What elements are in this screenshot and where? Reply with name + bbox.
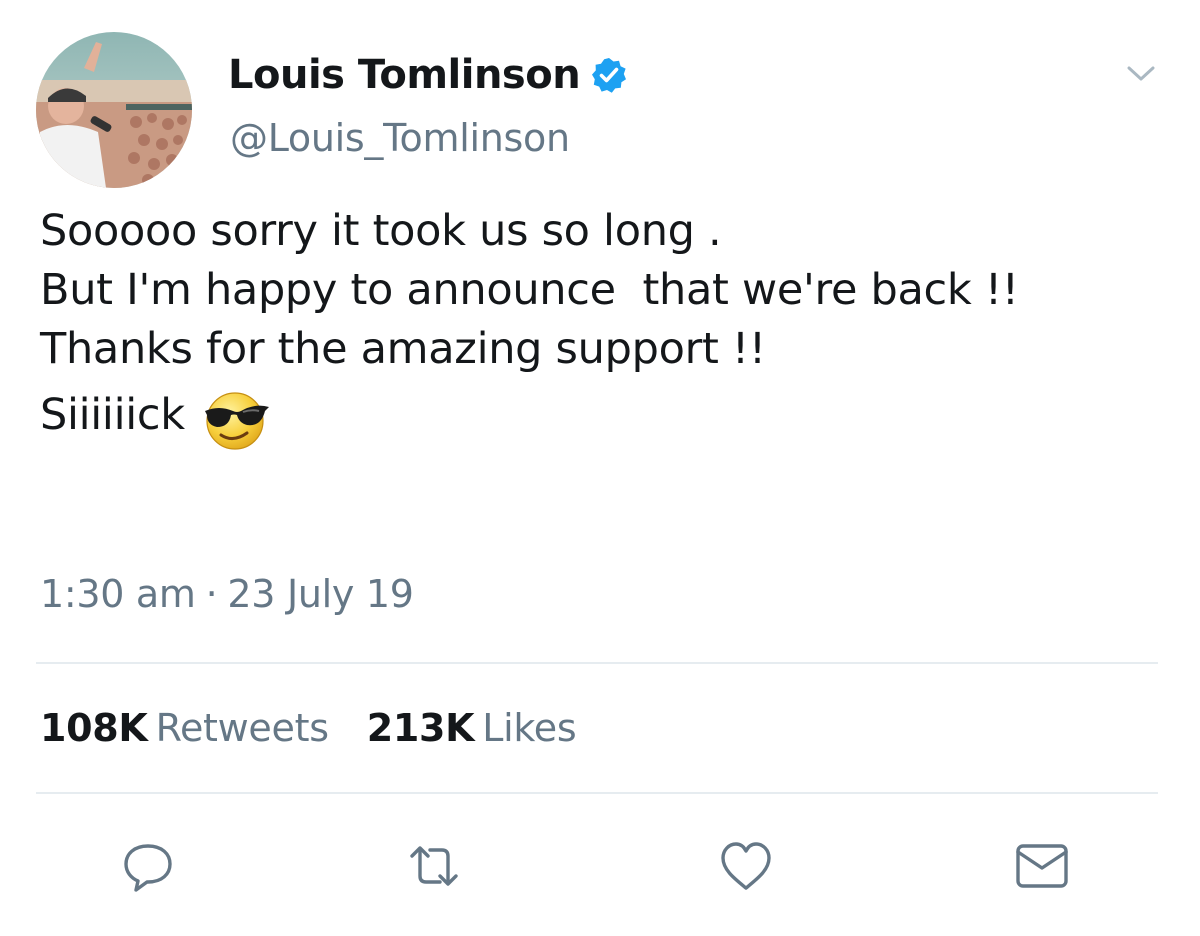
- retweet-icon: [410, 846, 458, 886]
- author-handle[interactable]: @Louis_Tomlinson: [230, 116, 570, 160]
- reply-button[interactable]: [118, 836, 178, 896]
- tweet-text-line: But I'm happy to announce that we're bac…: [40, 265, 1019, 315]
- like-icon: [721, 842, 771, 890]
- tweet-text: Sooooo sorry it took us so long . But I'…: [40, 202, 1019, 451]
- reply-icon: [124, 844, 172, 892]
- tweet-date: 23 July 19: [227, 572, 414, 616]
- tweet-card: Louis Tomlinson @Louis_Tomlinson Sooooo …: [0, 0, 1200, 936]
- meta-separator: ·: [205, 572, 218, 616]
- tweet-timestamp[interactable]: 1:30 am · 23 July 19: [40, 572, 414, 616]
- retweet-button[interactable]: [404, 836, 464, 896]
- message-icon: [1016, 844, 1068, 888]
- chevron-down-icon[interactable]: [1124, 58, 1158, 88]
- retweets-count: 108K: [40, 706, 148, 750]
- author-name-row[interactable]: Louis Tomlinson: [228, 52, 628, 98]
- divider: [36, 662, 1158, 664]
- likes-label: Likes: [482, 706, 577, 750]
- sunglasses-emoji-icon: [199, 387, 271, 451]
- tweet-text-line: Siiiiiick: [40, 389, 185, 440]
- tweet-text-line-with-emoji: Siiiiiick: [40, 379, 1019, 451]
- verified-badge-icon: [590, 56, 628, 94]
- tweet-time: 1:30 am: [40, 572, 196, 616]
- direct-message-button[interactable]: [1012, 836, 1072, 896]
- like-button[interactable]: [716, 836, 776, 896]
- tweet-stats: 108K Retweets 213K Likes: [40, 706, 614, 750]
- likes-stat[interactable]: 213K Likes: [367, 706, 577, 750]
- tweet-text-line: Thanks for the amazing support !!: [40, 324, 766, 374]
- avatar[interactable]: [36, 32, 192, 188]
- divider: [36, 792, 1158, 794]
- retweets-stat[interactable]: 108K Retweets: [40, 706, 329, 750]
- display-name[interactable]: Louis Tomlinson: [228, 52, 581, 98]
- tweet-actions-bar: [0, 836, 1200, 896]
- tweet-text-line: Sooooo sorry it took us so long .: [40, 206, 722, 256]
- likes-count: 213K: [366, 706, 475, 750]
- retweets-label: Retweets: [155, 706, 329, 750]
